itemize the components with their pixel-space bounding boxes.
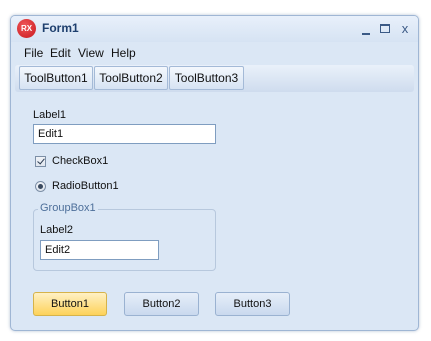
- button-1[interactable]: Button1: [33, 292, 107, 316]
- toolbutton-2[interactable]: ToolButton2: [94, 66, 168, 90]
- app-icon[interactable]: RX: [17, 19, 36, 38]
- label-2: Label2: [40, 224, 74, 236]
- menu-help[interactable]: Help: [111, 46, 136, 60]
- checkbox-1[interactable]: [35, 156, 46, 167]
- toolbar: ToolButton1 ToolButton2 ToolButton3: [15, 65, 414, 92]
- radio-button-1[interactable]: [35, 181, 46, 192]
- minimize-icon[interactable]: [357, 20, 375, 38]
- label-1: Label1: [33, 109, 67, 121]
- toolbutton-1[interactable]: ToolButton1: [19, 66, 93, 90]
- menu-edit[interactable]: Edit: [50, 46, 71, 60]
- form-client-area: Label1 Edit1 CheckBox1 RadioButton1 Grou…: [15, 92, 414, 326]
- menu-file[interactable]: File: [24, 46, 43, 60]
- checkbox-1-label[interactable]: CheckBox1: [52, 155, 108, 167]
- window-title: Form1: [42, 21, 79, 35]
- radio-button-1-label[interactable]: RadioButton1: [52, 180, 119, 192]
- edit-1-field[interactable]: Edit1: [33, 124, 216, 144]
- toolbutton-3[interactable]: ToolButton3: [169, 66, 244, 90]
- menu-view[interactable]: View: [78, 46, 104, 60]
- edit-2-field[interactable]: Edit2: [40, 240, 159, 260]
- menu-bar: File Edit View Help: [11, 43, 418, 63]
- title-bar[interactable]: RX Form1 x: [11, 16, 418, 42]
- button-3[interactable]: Button3: [215, 292, 290, 316]
- groupbox-1: GroupBox1 Label2 Edit2: [33, 202, 216, 271]
- button-2[interactable]: Button2: [124, 292, 199, 316]
- form-window: RX Form1 x File Edit View Help ToolButto…: [10, 15, 419, 331]
- close-icon[interactable]: x: [396, 20, 414, 38]
- groupbox-1-caption: GroupBox1: [38, 202, 98, 214]
- maximize-icon[interactable]: [376, 20, 394, 38]
